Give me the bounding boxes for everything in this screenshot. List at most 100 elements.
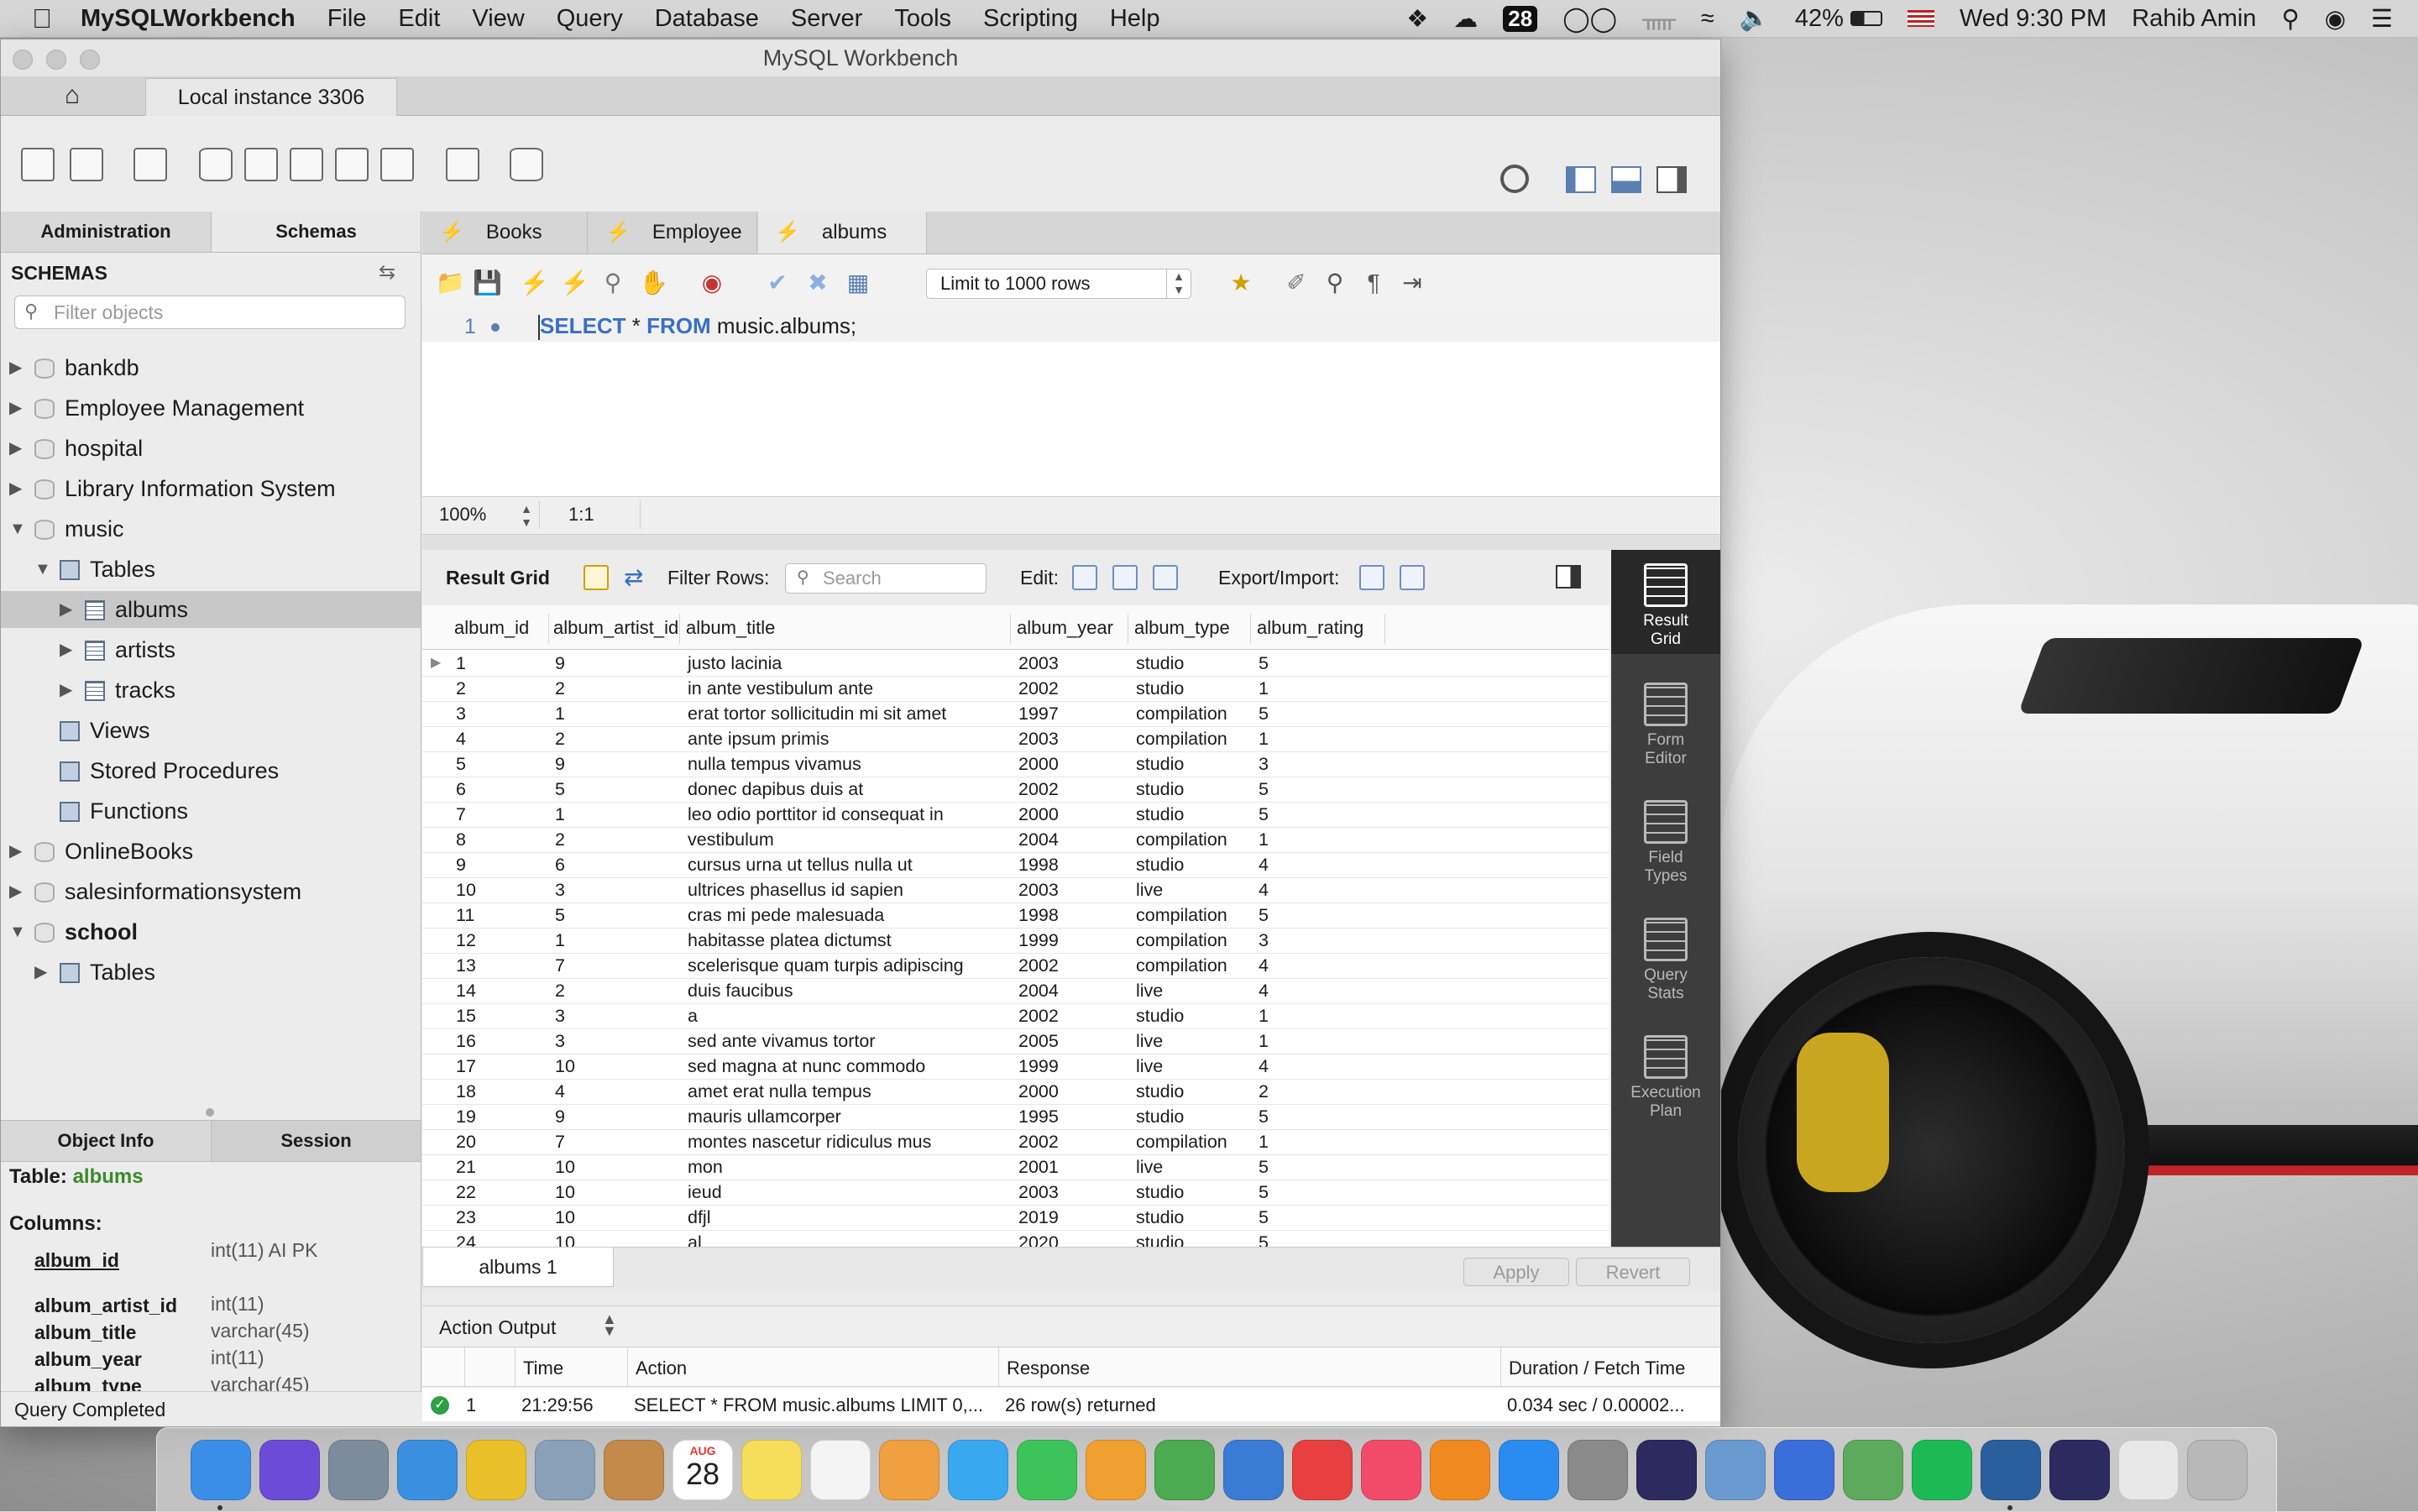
table-row[interactable]: 21 10 mon 2001 live 5 (422, 1154, 1609, 1180)
panel-field-types[interactable]: Field Types (1611, 787, 1720, 891)
table-cell[interactable]: 4 (456, 726, 466, 751)
table-cell[interactable]: compilation (1136, 928, 1227, 953)
result-grid[interactable]: album_id album_artist_id album_title album_… (422, 605, 1609, 1247)
result-tab[interactable]: albums 1 (422, 1248, 614, 1287)
table-cell[interactable]: 2 (555, 827, 565, 852)
table-cell[interactable]: 1 (555, 701, 565, 726)
tab-session[interactable]: Session (212, 1120, 421, 1162)
table-row[interactable]: 23 10 dfjl 2019 studio 5 (422, 1205, 1609, 1231)
disclosure-closed-icon[interactable]: ▶ (34, 954, 47, 991)
tree-item-albums[interactable]: ▶ albums (1, 591, 421, 628)
column-divider[interactable] (548, 614, 549, 644)
tree-item-tables[interactable]: ▼ Tables (1, 551, 421, 588)
contacts-icon[interactable] (604, 1440, 664, 1500)
system-preferences-icon[interactable] (1568, 1440, 1628, 1500)
eclipse-icon[interactable] (1636, 1440, 1697, 1500)
table-cell[interactable]: 2002 (1018, 1003, 1059, 1028)
table-cell[interactable]: 1 (456, 651, 466, 676)
table-cell[interactable]: live (1136, 1028, 1163, 1054)
tab-books[interactable]: ⚡ Books (422, 212, 588, 254)
column-divider[interactable] (1384, 614, 1385, 644)
table-cell[interactable]: 4 (555, 1079, 565, 1104)
volume-icon[interactable]: 🔈 (1740, 4, 1770, 33)
user-name[interactable]: Rahib Amin (2132, 5, 2256, 33)
table-cell[interactable]: 2001 (1018, 1154, 1059, 1180)
messages-icon[interactable] (948, 1440, 1008, 1500)
inspector-icon[interactable] (133, 148, 167, 181)
table-cell[interactable]: 3 (555, 1028, 565, 1054)
word-wrap-icon[interactable]: ⇥ (1398, 269, 1426, 297)
table-cell[interactable]: 6 (456, 777, 466, 802)
table-cell[interactable]: erat tortor sollicitudin mi sit amet (688, 701, 946, 726)
reconnect-icon[interactable] (510, 148, 543, 181)
table-cell[interactable]: 4 (1259, 1054, 1269, 1079)
tree-item-employee-management[interactable]: ▶ Employee Management (1, 390, 421, 426)
table-cell[interactable]: studio (1136, 1003, 1184, 1028)
table-cell[interactable]: 10 (456, 877, 476, 902)
table-cell[interactable]: 9 (555, 751, 565, 777)
table-cell[interactable]: cursus urna ut tellus nulla ut (688, 852, 913, 877)
table-cell[interactable]: 14 (456, 978, 476, 1003)
table-cell[interactable]: montes nascetur ridiculus mus (688, 1129, 931, 1154)
explain-icon[interactable]: ⚲ (599, 269, 627, 297)
table-cell[interactable]: 2002 (1018, 676, 1059, 701)
table-cell[interactable]: 5 (1259, 802, 1269, 827)
table-cell[interactable]: nulla tempus vivamus (688, 751, 861, 777)
table-cell[interactable]: 20 (456, 1129, 476, 1154)
table-cell[interactable]: 5 (1259, 777, 1269, 802)
table-row[interactable]: 15 3 a 2002 studio 1 (422, 1003, 1609, 1029)
disclosure-closed-icon[interactable]: ▶ (9, 349, 22, 386)
table-row[interactable]: 9 6 cursus urna ut tellus nulla ut 1998 stud… (422, 852, 1609, 878)
create-view-icon[interactable] (290, 148, 323, 181)
chrome-icon[interactable] (466, 1440, 526, 1500)
save-icon[interactable]: 💾 (473, 269, 502, 297)
table-cell[interactable]: 2002 (1018, 953, 1059, 978)
table-cell[interactable]: 7 (555, 953, 565, 978)
table-cell[interactable]: 1 (1259, 676, 1269, 701)
column-header-album-year[interactable]: album_year (1017, 617, 1113, 639)
tree-item-tables[interactable]: ▶ Tables (1, 954, 421, 991)
table-cell[interactable]: 21 (456, 1154, 476, 1180)
invisible-chars-icon[interactable]: ¶ (1359, 269, 1388, 297)
glasses-icon[interactable]: ◯◯ (1562, 4, 1617, 34)
refresh-icon[interactable]: ⇆ (379, 260, 395, 285)
app-store-icon[interactable] (1499, 1440, 1559, 1500)
apple-menu-icon[interactable]:  (32, 3, 52, 34)
notification-center-icon[interactable]: ☰ (2371, 4, 2393, 34)
sql-editor[interactable]: 1 SELECT * FROM music.albums; (422, 310, 1720, 496)
table-cell[interactable]: 2 (555, 676, 565, 701)
calendar-icon[interactable]: AUG 28 (673, 1440, 733, 1500)
table-cell[interactable]: 5 (1259, 1180, 1269, 1205)
trash-icon[interactable] (2187, 1440, 2248, 1500)
column-header-album-type[interactable]: album_type (1134, 617, 1230, 639)
menu-tools[interactable]: Tools (894, 5, 951, 33)
battery-icon[interactable] (1850, 11, 1882, 26)
new-sql-tab-icon[interactable] (21, 148, 55, 181)
action-output-select[interactable]: Action Output (439, 1316, 556, 1339)
table-cell[interactable]: 12 (456, 928, 476, 953)
tree-item-school[interactable]: ▼ school (1, 913, 421, 950)
table-cell[interactable]: donec dapibus duis at (688, 777, 863, 802)
table-cell[interactable]: 7 (456, 802, 466, 827)
table-cell[interactable]: scelerisque quam turpis adipiscing (688, 953, 964, 978)
table-cell[interactable]: vestibulum (688, 827, 774, 852)
table-cell[interactable]: 3 (555, 877, 565, 902)
zoom-select[interactable]: 100% ▲ ▼ (431, 500, 540, 529)
header-time[interactable]: Time (523, 1358, 563, 1379)
connection-tab[interactable]: Local instance 3306 (145, 78, 397, 116)
table-row[interactable]: 14 2 duis faucibus 2004 live 4 (422, 978, 1609, 1004)
header-action[interactable]: Action (636, 1358, 687, 1379)
cloud-icon[interactable]: ☁ (1453, 4, 1478, 34)
tree-item-artists[interactable]: ▶ artists (1, 631, 421, 668)
launchpad-icon[interactable] (328, 1440, 389, 1500)
tab-object-info[interactable]: Object Info (1, 1120, 212, 1162)
table-cell[interactable]: 9 (555, 651, 565, 676)
bluetooth-icon[interactable]: ᚅ (1642, 4, 1676, 34)
table-cell[interactable]: live (1136, 1054, 1163, 1079)
limit-rows-select[interactable]: Limit to 1000 rows ▲ ▼ (926, 269, 1191, 299)
table-cell[interactable]: studio (1136, 852, 1184, 877)
tree-item-bankdb[interactable]: ▶ bankdb (1, 349, 421, 386)
table-cell[interactable]: 2 (555, 978, 565, 1003)
disclosure-closed-icon[interactable]: ▶ (9, 390, 22, 426)
disclosure-open-icon[interactable]: ▼ (9, 913, 26, 950)
